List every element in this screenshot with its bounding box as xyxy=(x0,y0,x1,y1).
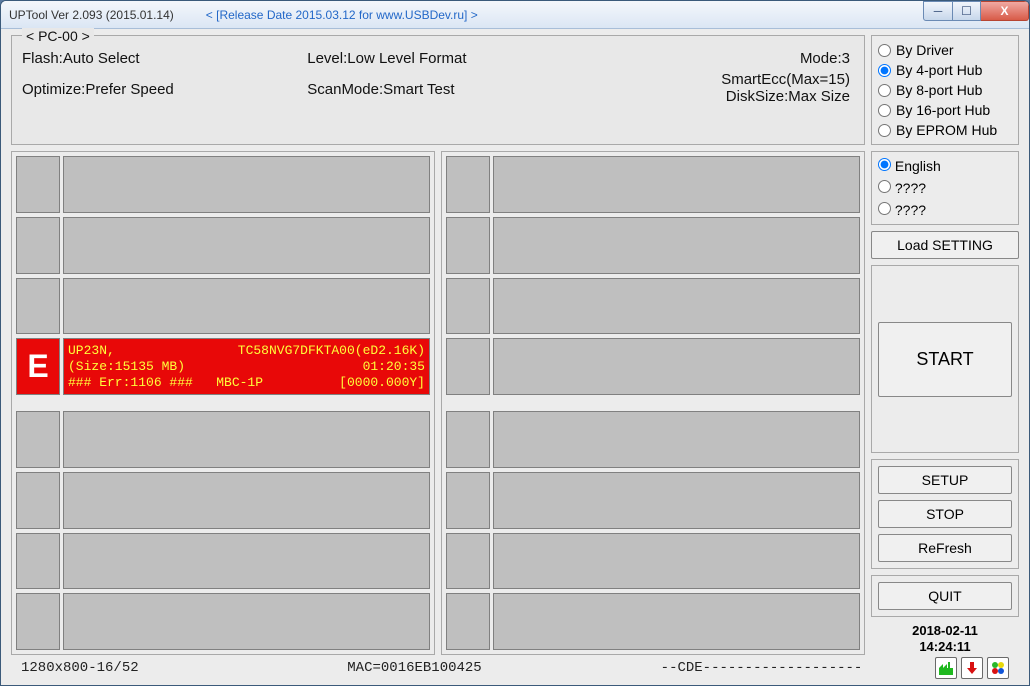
device-slot[interactable] xyxy=(446,411,860,468)
hub-mode-group: By Driver By 4-port Hub By 8-port Hub By… xyxy=(871,35,1019,145)
device-slot[interactable] xyxy=(16,593,430,650)
main-window: UPTool Ver 2.093 (2015.01.14) < [Release… xyxy=(0,0,1030,686)
hub-option[interactable]: By EPROM Hub xyxy=(878,120,1012,140)
device-slot[interactable] xyxy=(446,593,860,650)
ports-icon[interactable] xyxy=(987,657,1009,679)
app-title: UPTool Ver 2.093 (2015.01.14) xyxy=(9,8,174,22)
status-resolution: 1280x800-16/52 xyxy=(21,660,241,676)
status-cde: --CDE------------------- xyxy=(588,660,935,676)
lang-option[interactable]: ???? xyxy=(878,180,1012,196)
status-bar: 1280x800-16/52 MAC=0016EB100425 --CDE---… xyxy=(11,655,1019,681)
datetime: 2018-02-11 14:24:11 xyxy=(871,623,1019,655)
pc-label: < PC-00 > xyxy=(22,28,94,44)
lang-option[interactable]: ???? xyxy=(878,202,1012,218)
device-slot[interactable] xyxy=(446,472,860,529)
close-button[interactable]: X xyxy=(981,1,1029,21)
device-slot[interactable] xyxy=(16,217,430,274)
titlebar: UPTool Ver 2.093 (2015.01.14) < [Release… xyxy=(1,1,1029,29)
hub-option[interactable]: By 4-port Hub xyxy=(878,60,1012,80)
quit-button[interactable]: QUIT xyxy=(878,582,1012,610)
device-slot[interactable] xyxy=(16,411,430,468)
hub-option[interactable]: By 16-port Hub xyxy=(878,100,1012,120)
lang-option[interactable]: English xyxy=(878,158,1012,174)
device-slot[interactable] xyxy=(16,156,430,213)
device-slot[interactable] xyxy=(446,156,860,213)
hub-option[interactable]: By 8-port Hub xyxy=(878,80,1012,100)
info-box: < PC-00 > Flash:Auto Select Level:Low Le… xyxy=(11,35,865,145)
error-handle: E xyxy=(16,338,60,395)
device-slot[interactable] xyxy=(16,533,430,590)
device-slot[interactable] xyxy=(446,217,860,274)
minimize-button[interactable]: ─ xyxy=(923,1,953,21)
stop-button[interactable]: STOP xyxy=(878,500,1012,528)
maximize-button[interactable]: ☐ xyxy=(953,1,981,21)
start-button[interactable]: START xyxy=(878,322,1012,397)
load-setting-button[interactable]: Load SETTING xyxy=(871,231,1019,259)
release-info: < [Release Date 2015.03.12 for www.USBDe… xyxy=(190,8,478,22)
device-slot[interactable] xyxy=(16,472,430,529)
device-slot[interactable] xyxy=(16,278,430,335)
device-slot[interactable]: EUP23N,TC58NVG7DFKTA00(eD2.16K)(Size:151… xyxy=(16,338,430,395)
device-slot[interactable] xyxy=(446,338,860,395)
lang-group: English ???? ???? xyxy=(871,151,1019,225)
setup-button[interactable]: SETUP xyxy=(878,466,1012,494)
download-icon[interactable] xyxy=(961,657,983,679)
device-slot[interactable] xyxy=(446,533,860,590)
status-mac: MAC=0016EB100425 xyxy=(241,660,588,676)
factory-icon[interactable] xyxy=(935,657,957,679)
hub-option[interactable]: By Driver xyxy=(878,40,1012,60)
device-slot[interactable] xyxy=(446,278,860,335)
refresh-button[interactable]: ReFresh xyxy=(878,534,1012,562)
slot-grid: EUP23N,TC58NVG7DFKTA00(eD2.16K)(Size:151… xyxy=(11,151,865,655)
